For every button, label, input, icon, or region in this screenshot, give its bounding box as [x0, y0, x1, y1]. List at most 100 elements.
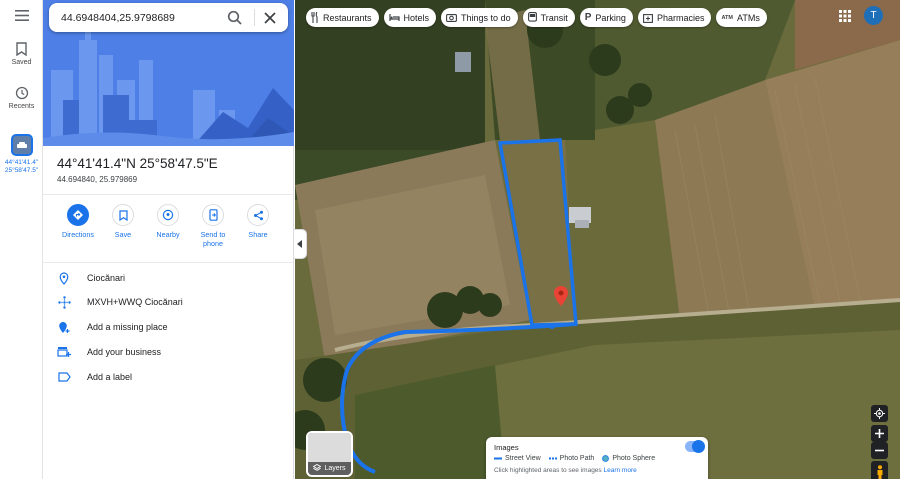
divider	[43, 262, 294, 263]
bookmark-icon	[118, 209, 128, 221]
recent-place-label: 44°41'41.4" 25°58'47.5"	[4, 159, 39, 174]
location-pin-icon[interactable]	[554, 286, 568, 306]
nearby-label: Nearby	[156, 230, 180, 239]
search-icon[interactable]	[226, 9, 244, 27]
chip-pharmacies[interactable]: Pharmacies	[637, 8, 712, 27]
chip-label: Pharmacies	[656, 12, 705, 23]
minus-icon	[875, 449, 884, 452]
photo-sphere-key: Photo Sphere	[602, 455, 655, 462]
layers-button[interactable]: Layers	[306, 431, 353, 477]
collapse-panel-button[interactable]	[294, 229, 307, 259]
add-missing-place-text: Add a missing place	[87, 322, 168, 332]
learn-more-link[interactable]: Learn more	[603, 467, 636, 474]
layers-thumbnail	[308, 433, 351, 462]
share-button[interactable]: Share	[235, 204, 281, 240]
car-icon	[16, 141, 27, 148]
save-button[interactable]: Save	[100, 204, 146, 240]
chip-label: Things to do	[461, 12, 511, 23]
add-location-icon	[59, 321, 70, 333]
layers-label: Layers	[308, 464, 351, 472]
street-view-line-icon	[494, 457, 502, 460]
share-label: Share	[248, 230, 268, 239]
add-business-icon	[57, 347, 71, 357]
recent-place-item[interactable]: 44°41'41.4" 25°58'47.5"	[0, 134, 43, 175]
street-view-key: Street View	[494, 455, 541, 462]
locality-text: Ciocănari	[87, 273, 126, 283]
layers-icon	[313, 464, 322, 471]
chip-transit[interactable]: Transit	[522, 8, 575, 27]
zoom-out-button[interactable]	[871, 442, 888, 459]
images-legend: Street View Photo Path Photo Sphere	[494, 455, 655, 462]
atm-icon: ATM	[721, 14, 733, 21]
photo-sphere-dot-icon	[602, 455, 610, 462]
images-toggle[interactable]	[685, 440, 705, 453]
avatar[interactable]: T	[864, 6, 883, 25]
satellite-map[interactable]	[295, 0, 900, 479]
bus-icon	[527, 12, 537, 22]
place-panel: 44°41'41.4"N 25°58'47.5"E 44.694840, 25.…	[43, 0, 294, 479]
place-coordinates: 44.694840, 25.979869	[57, 175, 138, 184]
saved-button[interactable]: Saved	[0, 42, 43, 66]
chip-label: Restaurants	[323, 12, 372, 23]
satellite-imagery	[295, 0, 900, 479]
send-to-phone-button[interactable]: Send to phone	[190, 204, 236, 248]
photo-path-key: Photo Path	[548, 455, 594, 462]
add-business-text: Add your business	[87, 347, 162, 357]
saved-label: Saved	[11, 59, 32, 66]
street-view-pegman[interactable]	[871, 461, 888, 479]
search-box	[49, 3, 288, 32]
add-missing-place-row[interactable]: Add a missing place	[55, 318, 285, 336]
chip-restaurants[interactable]: Restaurants	[306, 8, 379, 27]
fork-knife-icon	[311, 12, 318, 23]
location-pin-icon	[59, 271, 69, 285]
label-icon	[57, 372, 71, 382]
camera-icon	[446, 14, 457, 22]
parking-icon: P	[584, 12, 592, 23]
chip-hotels[interactable]: Hotels	[383, 8, 437, 27]
pegman-icon	[877, 465, 882, 479]
send-to-phone-label: Send to phone	[200, 230, 226, 248]
chevron-left-icon	[297, 240, 302, 248]
category-chips: Restaurants Hotels Things to do Transit …	[306, 8, 767, 28]
save-label: Save	[114, 230, 132, 239]
chip-label: Transit	[540, 12, 568, 23]
history-icon	[15, 86, 28, 100]
plus-code-row[interactable]: MXVH+WWQ Ciocănari	[55, 293, 285, 311]
add-business-row[interactable]: Add your business	[55, 343, 285, 361]
chip-label: Hotels	[403, 12, 430, 23]
menu-button[interactable]	[0, 10, 43, 21]
recents-label: Recents	[8, 103, 35, 110]
chip-atms[interactable]: ATM ATMs	[716, 8, 767, 27]
place-title: 44°41'41.4"N 25°58'47.5"E	[57, 156, 218, 171]
images-hint: Click highlighted areas to see images Le…	[494, 467, 637, 474]
plus-icon	[875, 429, 884, 438]
directions-icon	[73, 210, 83, 220]
search-divider	[254, 9, 255, 26]
chip-label: Parking	[595, 12, 626, 23]
photo-path-line-icon	[548, 457, 557, 460]
add-label-text: Add a label	[87, 372, 133, 382]
chip-things-to-do[interactable]: Things to do	[441, 8, 518, 27]
add-label-row[interactable]: Add a label	[55, 368, 285, 386]
plus-code-icon	[57, 295, 71, 309]
nearby-button[interactable]: Nearby	[145, 204, 191, 240]
chip-label: ATMs	[736, 12, 760, 23]
divider	[43, 194, 294, 195]
search-input[interactable]	[61, 11, 221, 24]
bed-icon	[388, 14, 400, 21]
recents-button[interactable]: Recents	[0, 86, 43, 110]
locality-row: Ciocănari	[55, 269, 285, 287]
plus-code-text: MXVH+WWQ Ciocănari	[87, 297, 183, 307]
phone-icon	[208, 209, 218, 221]
hamburger-icon	[14, 10, 29, 21]
close-icon[interactable]	[261, 9, 279, 27]
pharmacy-icon	[642, 13, 653, 23]
zoom-in-button[interactable]	[871, 425, 888, 442]
images-title: Images	[494, 443, 519, 452]
directions-button[interactable]: Directions	[55, 204, 101, 240]
nearby-icon	[162, 209, 174, 221]
apps-grid-icon[interactable]	[838, 9, 852, 23]
chip-parking[interactable]: P Parking	[579, 8, 633, 27]
my-location-button[interactable]	[871, 405, 888, 422]
directions-label: Directions	[62, 230, 94, 239]
